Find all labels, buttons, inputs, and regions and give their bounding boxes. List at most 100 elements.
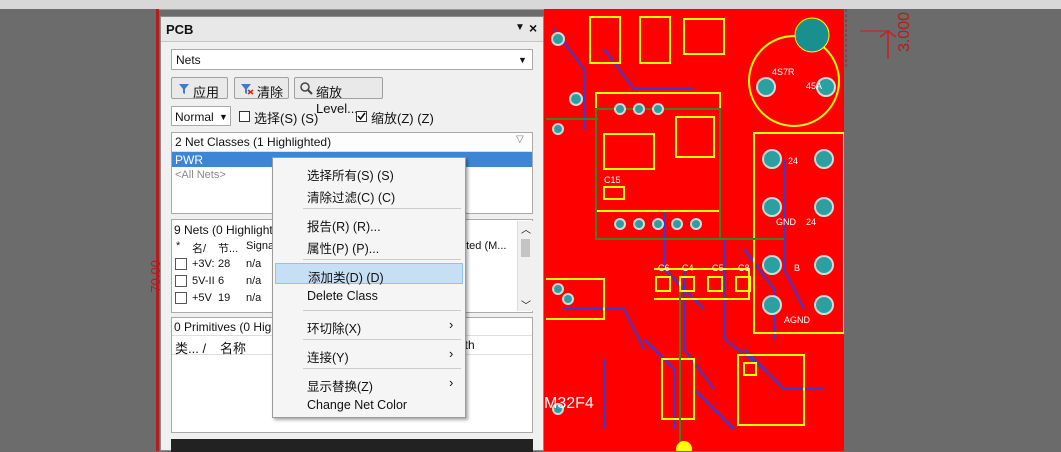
checkmark-icon xyxy=(357,112,366,121)
menu-separator xyxy=(303,208,461,209)
menu-item-label: 添加类(D) (D) xyxy=(308,271,384,285)
silk-label-c4: C4 xyxy=(682,263,694,273)
menu-item-properties[interactable]: 属性(P) (P)... xyxy=(275,235,463,256)
zoom-checkbox-label: 缩放(Z) (Z) xyxy=(371,111,434,126)
net-name: 5V-II xyxy=(192,275,215,287)
net-nodes: 28 xyxy=(218,258,231,270)
magnifier-icon xyxy=(300,82,313,95)
panel-titlebar[interactable]: PCB ▼ × xyxy=(161,17,543,42)
net-name: +3V: xyxy=(192,258,215,270)
row-checkbox[interactable] xyxy=(175,292,187,304)
panel-menu-icon[interactable]: ▼ xyxy=(515,22,525,33)
menu-item-label: 清除过滤(C) (C) xyxy=(307,191,396,205)
menu-item-label: 报告(R) (R)... xyxy=(307,220,381,234)
clear-label: 清除 xyxy=(257,85,284,100)
select-checkbox[interactable] xyxy=(239,111,250,122)
filter-icon[interactable]: ▽ xyxy=(516,134,524,145)
chevron-right-icon: › xyxy=(449,375,454,390)
column-header-star[interactable]: * xyxy=(176,240,180,252)
menu-item-label: 选择所有(S) (S) xyxy=(307,169,394,183)
apply-label: 应用 xyxy=(193,85,220,100)
silk-label-c15: C15 xyxy=(604,175,621,185)
column-header-routed[interactable]: uted (M... xyxy=(460,240,506,252)
menu-item-ring-cut[interactable]: 环切除(X) › xyxy=(275,315,463,336)
dimension-label-right: 3.000 xyxy=(896,12,913,53)
select-checkbox-label: 选择(S) (S) xyxy=(254,111,319,126)
board-outline-left xyxy=(156,9,159,451)
net-signal: n/a xyxy=(246,258,262,270)
apply-button[interactable]: 应用 xyxy=(171,77,228,100)
menu-item-delete-class[interactable]: Delete Class xyxy=(275,286,463,307)
silk-label-gnd: GND xyxy=(776,217,797,227)
menu-item-connect[interactable]: 连接(Y) › xyxy=(275,344,463,365)
net-signal: n/a xyxy=(246,275,262,287)
column-header-type[interactable]: 类... / xyxy=(175,338,206,357)
column-header-name[interactable]: 名/ xyxy=(192,240,206,256)
menu-item-change-net-color[interactable]: Change Net Color xyxy=(275,395,463,416)
net-name: +5V xyxy=(192,292,212,304)
silk-label-45a: 45A xyxy=(806,81,822,91)
context-menu: 选择所有(S) (S) 清除过滤(C) (C) 报告(R) (R)... 属性(… xyxy=(272,157,466,418)
chevron-down-icon: ▼ xyxy=(219,112,228,122)
clear-button[interactable]: 清除 xyxy=(234,77,289,100)
zoom-checkbox[interactable] xyxy=(356,111,367,122)
silk-label-c8: C8 xyxy=(738,263,750,273)
net-signal: n/a xyxy=(246,292,262,304)
menu-separator xyxy=(303,339,461,340)
chevron-right-icon: › xyxy=(449,346,454,361)
column-header-signal[interactable]: Signa xyxy=(246,240,274,252)
dimension-arrow xyxy=(845,9,897,69)
close-icon[interactable]: × xyxy=(529,20,537,36)
menu-item-add-class[interactable]: 添加类(D) (D) xyxy=(275,263,463,285)
chevron-right-icon: › xyxy=(449,317,454,332)
silk-label-24b: 24 xyxy=(806,217,816,227)
chevron-down-icon: ▼ xyxy=(518,55,527,65)
menu-item-label: 环切除(X) xyxy=(307,322,362,336)
filter-icon xyxy=(179,84,189,94)
net-nodes: 6 xyxy=(218,275,225,287)
board-preview[interactable] xyxy=(171,439,533,452)
column-header-nodes[interactable]: 节... xyxy=(218,240,238,256)
row-checkbox[interactable] xyxy=(175,258,187,270)
pcb-canvas[interactable]: 4S7R 45A 24 GND 24 B AGND C6 C4 C5 C8 C1… xyxy=(544,9,844,451)
row-checkbox[interactable] xyxy=(175,275,187,287)
net-classes-header-text: 2 Net Classes (1 Highlighted) xyxy=(175,135,332,149)
editor-background-left xyxy=(0,9,158,451)
net-class-label: <All Nets> xyxy=(175,169,226,181)
net-nodes: 19 xyxy=(218,292,231,304)
primitives-header: 0 Primitives (0 High xyxy=(174,320,279,334)
clear-filter-icon xyxy=(241,84,254,95)
scroll-up-icon[interactable]: ︿ xyxy=(521,221,531,236)
silk-label-c6: C6 xyxy=(658,263,670,273)
menu-item-label: 连接(Y) xyxy=(307,351,349,365)
menu-item-label: Delete Class xyxy=(307,289,378,303)
scroll-down-icon[interactable]: ﹀ xyxy=(521,297,531,312)
silk-label-c5: C5 xyxy=(712,263,724,273)
editor-background-right xyxy=(844,9,1061,451)
column-header-name[interactable]: 名称 xyxy=(220,338,246,357)
menu-item-label: Change Net Color xyxy=(307,398,408,412)
silk-label-24: 24 xyxy=(788,156,798,166)
vertical-scrollbar[interactable]: ︿ ﹀ xyxy=(517,221,533,312)
menu-item-report[interactable]: 报告(R) (R)... xyxy=(275,213,463,234)
scrollbar-thumb[interactable] xyxy=(521,239,530,257)
silk-label-b: B xyxy=(794,263,800,273)
net-classes-header: 2 Net Classes (1 Highlighted) ▽ xyxy=(172,133,532,152)
menu-item-display-override[interactable]: 显示替换(Z) › xyxy=(275,373,463,394)
menu-separator xyxy=(303,310,461,311)
silk-label-agnd: AGND xyxy=(784,315,811,325)
highlight-mode-value: Normal xyxy=(175,110,214,124)
panel-mode-value: Nets xyxy=(176,53,201,67)
net-class-label: PWR xyxy=(175,153,203,167)
silk-label-m32f4: M32F4 xyxy=(544,395,594,412)
menu-item-select-all[interactable]: 选择所有(S) (S) xyxy=(275,162,463,183)
zoom-level-button[interactable]: 缩放Level... xyxy=(294,77,383,116)
menu-separator xyxy=(303,368,461,369)
menu-item-label: 显示替换(Z) xyxy=(307,380,373,394)
nets-header: 9 Nets (0 Highlight xyxy=(174,223,273,237)
silk-label-4s7r: 4S7R xyxy=(772,67,795,77)
highlight-mode-select[interactable]: Normal ▼ xyxy=(171,106,231,126)
panel-mode-select[interactable]: Nets ▼ xyxy=(171,49,533,70)
menu-item-clear-filter[interactable]: 清除过滤(C) (C) xyxy=(275,184,463,205)
menu-separator xyxy=(303,259,461,260)
